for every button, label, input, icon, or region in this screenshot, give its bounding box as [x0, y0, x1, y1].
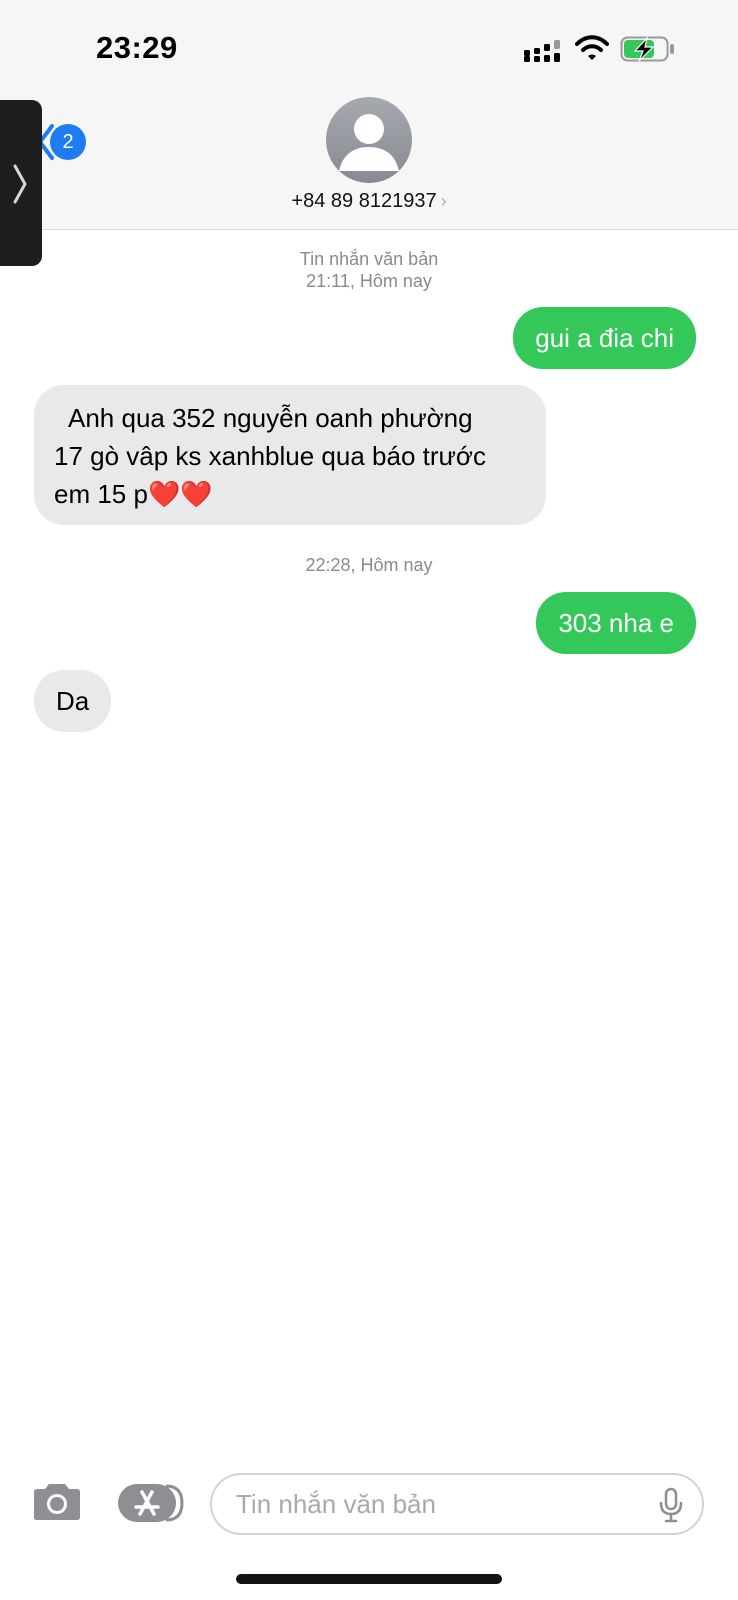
unread-count-badge[interactable]: 2: [50, 124, 86, 160]
message-text: gui a đia chi: [535, 323, 674, 353]
outgoing-message[interactable]: 303 nha e: [536, 592, 696, 654]
chevron-right-icon: [13, 164, 27, 204]
wifi-icon: [575, 35, 609, 60]
side-panel-handle[interactable]: [0, 100, 42, 266]
thread-meta: Tin nhắn văn bản 21:11, Hôm nay: [0, 248, 738, 292]
battery-charging-icon: [620, 36, 674, 62]
microphone-icon[interactable]: [658, 1487, 684, 1523]
avatar-person-icon: [339, 114, 399, 171]
incoming-message[interactable]: Anh qua 352 nguyễn oanh phường 17 gò vâp…: [34, 385, 546, 525]
camera-icon[interactable]: [30, 1482, 84, 1522]
app-store-icon[interactable]: [118, 1482, 184, 1524]
home-indicator[interactable]: [236, 1574, 502, 1584]
message-text: 303 nha e: [558, 608, 674, 638]
message-text: Da: [56, 686, 90, 716]
chevron-right-icon: ›: [440, 191, 447, 211]
contact-avatar[interactable]: [326, 97, 412, 183]
incoming-message[interactable]: Da: [34, 670, 112, 732]
outgoing-message[interactable]: gui a đia chi: [513, 307, 696, 369]
message-input-placeholder: Tin nhắn văn bản: [236, 1489, 436, 1519]
timestamp: 22:28, Hôm nay: [305, 555, 433, 575]
message-text-line: Anh qua 352 nguyễn oanh phường: [68, 403, 473, 433]
message-text-line: 17 gò vâp ks xanhblue qua báo trước: [54, 441, 486, 471]
message-type-label: Tin nhắn văn bản: [299, 249, 439, 269]
contact-number[interactable]: +84 89 8121937 ›: [0, 190, 738, 213]
signal-icon: [524, 40, 560, 62]
contact-number-text: +84 89 8121937: [291, 190, 437, 212]
status-bar: 23:29: [0, 0, 738, 100]
status-time: 23:29: [96, 30, 178, 65]
message-text-line: em 15 p❤️❤️: [54, 479, 213, 509]
message-input[interactable]: Tin nhắn văn bản: [210, 1473, 704, 1535]
timestamp: 21:11, Hôm nay: [306, 271, 432, 291]
